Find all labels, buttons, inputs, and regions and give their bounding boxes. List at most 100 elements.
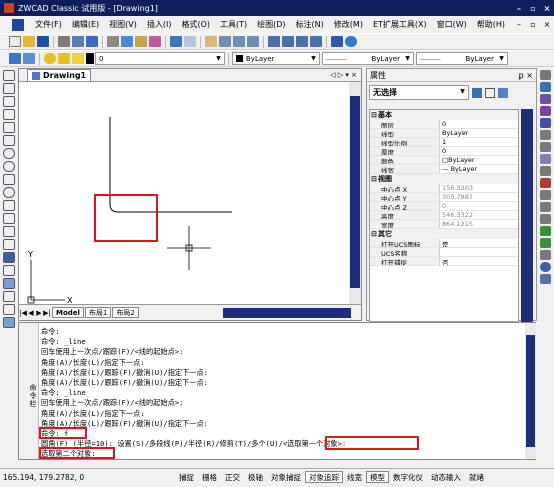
document-icon[interactable] bbox=[12, 18, 24, 31]
prev-tab-button[interactable]: ◀ bbox=[27, 309, 35, 317]
print-preview-icon[interactable] bbox=[72, 36, 84, 47]
extend-icon[interactable] bbox=[540, 190, 551, 200]
grid-toggle[interactable]: 栅格 bbox=[198, 471, 221, 483]
offset-icon[interactable] bbox=[540, 106, 551, 116]
redo-icon[interactable] bbox=[184, 36, 196, 47]
property-value[interactable]: 156.3303 bbox=[440, 184, 473, 192]
point-icon[interactable] bbox=[3, 239, 15, 250]
menu-dimension[interactable]: 标注(N) bbox=[291, 19, 329, 30]
zoom-realtime-icon[interactable] bbox=[219, 36, 231, 47]
minimize-button[interactable]: – bbox=[512, 4, 526, 13]
close-button[interactable]: × bbox=[540, 4, 554, 13]
property-value[interactable]: 1 bbox=[440, 138, 446, 146]
match-properties-icon[interactable] bbox=[149, 36, 161, 47]
rectangle-icon[interactable] bbox=[3, 122, 15, 133]
property-row[interactable]: 打开捕捉否 bbox=[370, 257, 518, 266]
print-icon[interactable] bbox=[58, 36, 70, 47]
menu-insert[interactable]: 插入(I) bbox=[142, 19, 177, 30]
copy-icon[interactable] bbox=[121, 36, 133, 47]
menu-help[interactable]: 帮助(H) bbox=[472, 19, 510, 30]
ortho-toggle[interactable]: 正交 bbox=[221, 471, 244, 483]
osnap-toggle[interactable]: 对象捕捉 bbox=[267, 471, 305, 483]
property-value[interactable]: 546.3322 bbox=[440, 211, 473, 219]
calculator-icon[interactable] bbox=[310, 36, 322, 47]
save-icon[interactable] bbox=[37, 36, 49, 47]
undo-icon[interactable] bbox=[170, 36, 182, 47]
restore-button[interactable]: ▫ bbox=[526, 4, 540, 13]
select-objects-icon[interactable] bbox=[485, 87, 495, 98]
zoom-window-icon[interactable] bbox=[233, 36, 245, 47]
property-category[interactable]: ⊟ 其它 bbox=[370, 229, 518, 239]
circle-icon[interactable] bbox=[3, 148, 15, 159]
insert-block-icon[interactable] bbox=[3, 213, 15, 224]
menu-et-tools[interactable]: ET扩展工具(X) bbox=[368, 19, 432, 30]
donut-icon[interactable] bbox=[3, 161, 15, 172]
cut-icon[interactable] bbox=[107, 36, 119, 47]
open-folder-icon[interactable] bbox=[23, 36, 35, 47]
property-row[interactable]: 打开UCS图标是 bbox=[370, 239, 518, 248]
menu-file[interactable]: 文件(F) bbox=[30, 19, 67, 30]
property-value[interactable]: 0 bbox=[440, 147, 446, 155]
property-row[interactable]: 中心点 X 156.3303 bbox=[370, 184, 518, 193]
collapse-icon[interactable]: ⊟ bbox=[370, 230, 378, 238]
model-toggle[interactable]: 模型 bbox=[366, 471, 389, 483]
spline-icon[interactable] bbox=[3, 174, 15, 185]
rotate-icon[interactable] bbox=[540, 142, 551, 152]
lineweight-toggle[interactable]: 线宽 bbox=[343, 471, 366, 483]
help-icon[interactable] bbox=[345, 36, 357, 47]
tab-layout2[interactable]: 布局2 bbox=[112, 307, 139, 318]
pan-icon[interactable] bbox=[205, 36, 217, 47]
design-center-icon[interactable] bbox=[282, 36, 294, 47]
menu-format[interactable]: 格式(O) bbox=[176, 19, 215, 30]
property-row[interactable]: UCS名称 bbox=[370, 248, 518, 257]
property-category[interactable]: ⊟ 基本 bbox=[370, 110, 518, 120]
dynamic-input-toggle[interactable]: 动态输入 bbox=[427, 471, 465, 483]
layer-dropdown[interactable]: 0 ▼ bbox=[95, 52, 225, 65]
property-value[interactable]: 0 bbox=[440, 120, 446, 128]
property-row[interactable]: 厚度 0 bbox=[370, 147, 518, 156]
last-tab-button[interactable]: ▶| bbox=[43, 309, 51, 317]
property-row[interactable]: 线宽 — ByLayer bbox=[370, 165, 518, 174]
tab-layout1[interactable]: 布局1 bbox=[84, 307, 112, 318]
property-category[interactable]: ⊟ 视图 bbox=[370, 174, 518, 184]
publish-icon[interactable] bbox=[86, 36, 98, 47]
drawing-tab[interactable]: Drawing1 bbox=[27, 69, 92, 81]
tablet-toggle[interactable]: 数字化仪 bbox=[389, 471, 427, 483]
properties-close-button[interactable]: ꝑ × bbox=[519, 71, 533, 80]
stretch-icon[interactable] bbox=[540, 166, 551, 176]
otrack-toggle[interactable]: 对象追踪 bbox=[305, 471, 343, 483]
polyline-icon[interactable] bbox=[3, 96, 15, 107]
first-tab-button[interactable]: |◀ bbox=[19, 309, 27, 317]
menu-edit[interactable]: 编辑(E) bbox=[67, 19, 104, 30]
linetype-dropdown[interactable]: ——— ByLayer ▼ bbox=[322, 52, 414, 65]
property-row[interactable]: 中心点 Y 305.7887 bbox=[370, 193, 518, 202]
grid-view-icon[interactable] bbox=[331, 36, 343, 47]
property-row[interactable]: 宽度 864.1215 bbox=[370, 220, 518, 229]
region-icon[interactable] bbox=[3, 265, 15, 276]
line-tool-icon[interactable] bbox=[3, 70, 15, 81]
property-value[interactable]: 是 bbox=[440, 239, 449, 247]
menu-modify[interactable]: 修改(M) bbox=[329, 19, 368, 30]
command-history[interactable]: 命令: 命令: _line 回车使用上一次点/跟踪(F)/<线的起始点>: 角度… bbox=[41, 327, 525, 460]
ellipse-arc-icon[interactable] bbox=[3, 200, 15, 211]
polar-toggle[interactable]: 极轴 bbox=[244, 471, 267, 483]
layer-on-icon[interactable] bbox=[44, 53, 56, 64]
break-icon[interactable] bbox=[540, 202, 551, 212]
property-value[interactable]: ByLayer bbox=[440, 129, 468, 137]
copy-object-icon[interactable] bbox=[540, 82, 551, 92]
ellipse-icon[interactable] bbox=[3, 187, 15, 198]
lineweight-dropdown[interactable]: ——— ByLayer ▼ bbox=[416, 52, 508, 65]
property-value[interactable]: □ByLayer bbox=[440, 156, 475, 164]
next-tab-button[interactable]: ▶ bbox=[35, 309, 43, 317]
pedit-icon[interactable] bbox=[540, 274, 551, 284]
property-row[interactable]: 线型比例 1 bbox=[370, 138, 518, 147]
layer-lock-icon[interactable] bbox=[72, 53, 84, 64]
collapse-icon[interactable]: ⊟ bbox=[370, 111, 378, 119]
property-value[interactable]: 305.7887 bbox=[440, 193, 473, 201]
scale-icon[interactable] bbox=[540, 154, 551, 164]
snap-toggle[interactable]: 捕捉 bbox=[175, 471, 198, 483]
property-value[interactable]: 0 bbox=[440, 202, 446, 210]
command-scrollbar[interactable] bbox=[525, 323, 536, 459]
property-row[interactable]: 图层 0 bbox=[370, 120, 518, 129]
hatch-icon[interactable] bbox=[3, 252, 15, 263]
